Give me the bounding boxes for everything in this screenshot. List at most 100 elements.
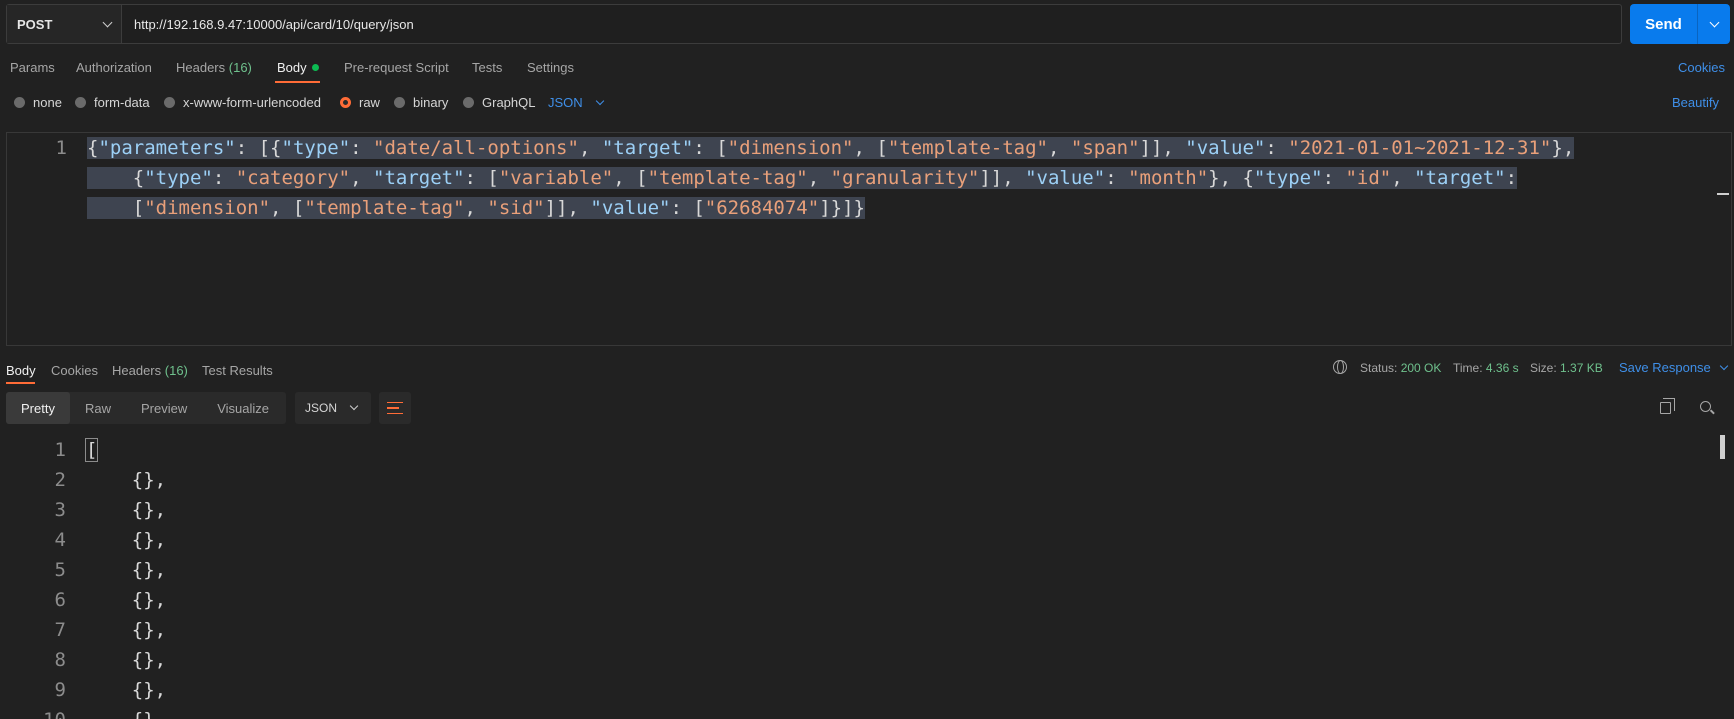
code-token: ]],	[544, 197, 591, 219]
code-line-content: {"parameters": [{"type": "date/all-optio…	[87, 137, 1575, 159]
wrap-lines-button[interactable]	[379, 392, 411, 424]
code-token: ]}]}	[819, 197, 865, 219]
request-body-editor[interactable]: 1 {"parameters": [{"type": "date/all-opt…	[6, 132, 1732, 346]
code-token: "category"	[235, 167, 351, 189]
radio-circle	[463, 97, 474, 108]
code-token: "value"	[590, 197, 671, 219]
code-token: "date/all-options"	[373, 137, 579, 159]
view-mode-visualize[interactable]: Visualize	[202, 392, 284, 424]
code-token: },	[1551, 137, 1575, 159]
body-language-select[interactable]: JSON	[548, 95, 604, 110]
time-info[interactable]: Time: 4.36 s	[1453, 361, 1519, 375]
radio-circle-selected	[340, 97, 351, 108]
code-token: : [{	[235, 137, 282, 159]
code-line: {},	[86, 499, 167, 521]
tab-tests[interactable]: Tests	[472, 60, 502, 75]
send-options-dropdown[interactable]	[1697, 4, 1730, 44]
code-token: "target"	[1414, 167, 1506, 189]
save-response-label: Save Response	[1619, 360, 1711, 375]
tab-headers[interactable]: Headers (16)	[176, 60, 252, 75]
code-token: }, {	[1208, 167, 1254, 189]
size-value: 1.37 KB	[1560, 361, 1603, 375]
code-token: :	[1265, 137, 1289, 159]
code-token: : [	[693, 137, 728, 159]
wrap-icon-line	[387, 412, 403, 415]
code-token: {	[87, 137, 99, 159]
radio-label: GraphQL	[482, 95, 536, 110]
beautify-button[interactable]: Beautify	[1672, 95, 1719, 110]
code-token: "type"	[144, 167, 213, 189]
code-token: "value"	[1185, 137, 1266, 159]
radio-graphql[interactable]: GraphQL	[463, 95, 535, 110]
radio-raw[interactable]: raw	[340, 95, 380, 110]
scrollbar-thumb[interactable]	[1720, 435, 1725, 459]
active-tab-indicator	[275, 81, 320, 83]
radio-binary[interactable]: binary	[394, 95, 448, 110]
radio-circle	[394, 97, 405, 108]
bracket-match-highlight: [	[84, 438, 99, 462]
cookies-link[interactable]: Cookies	[1678, 60, 1725, 75]
line-number: 10	[6, 705, 66, 719]
line-number: 7	[54, 619, 66, 641]
tab-body-label: Body	[277, 60, 307, 75]
radio-circle	[164, 97, 175, 108]
method-select[interactable]: POST	[7, 5, 122, 43]
tab-settings[interactable]: Settings	[527, 60, 574, 75]
request-code: {"parameters": [{"type": "date/all-optio…	[87, 133, 1667, 223]
tab-authorization[interactable]: Authorization	[76, 60, 152, 75]
response-code: [ {}, {}, {}, {}, {}, {}, {}, {}, {},	[84, 435, 167, 719]
copy-icon[interactable]	[1660, 398, 1675, 414]
status-info[interactable]: Status: 200 OK	[1360, 361, 1441, 375]
save-response-button[interactable]: Save Response	[1619, 360, 1729, 375]
radio-urlencoded[interactable]: x-www-form-urlencoded	[164, 95, 321, 110]
code-line: {},	[86, 649, 167, 671]
resp-tab-cookies[interactable]: Cookies	[51, 363, 98, 378]
chevron-down-icon	[102, 17, 113, 27]
code-token: "sid"	[487, 197, 545, 219]
view-mode-pretty[interactable]: Pretty	[6, 392, 70, 424]
view-mode-preview[interactable]: Preview	[126, 392, 202, 424]
code-token: ]],	[979, 167, 1026, 189]
code-token: "granularity"	[830, 167, 980, 189]
url-bar: POST http://192.168.9.47:10000/api/card/…	[6, 4, 1622, 44]
send-button[interactable]: Send	[1630, 4, 1697, 44]
code-token: "target"	[373, 167, 465, 189]
chevron-down-icon	[1719, 361, 1729, 370]
code-line: {},	[86, 705, 166, 719]
line-number: 5	[54, 559, 66, 581]
radio-none[interactable]: none	[14, 95, 62, 110]
code-token: ,	[807, 167, 831, 189]
globe-icon[interactable]	[1333, 360, 1347, 374]
url-input[interactable]: http://192.168.9.47:10000/api/card/10/qu…	[122, 5, 1621, 43]
code-token: , [	[853, 137, 888, 159]
code-line: {},	[86, 589, 167, 611]
code-token: : [	[464, 167, 499, 189]
code-token: "variable"	[498, 167, 614, 189]
line-number: 1	[54, 439, 66, 461]
size-info[interactable]: Size: 1.37 KB	[1530, 361, 1603, 375]
resp-tab-headers[interactable]: Headers (16)	[112, 363, 188, 378]
radio-circle	[14, 97, 25, 108]
view-mode-raw[interactable]: Raw	[70, 392, 126, 424]
code-line: {},	[86, 619, 167, 641]
line-number: 4	[54, 529, 66, 551]
resp-tab-body[interactable]: Body	[6, 363, 36, 378]
radio-form-data[interactable]: form-data	[75, 95, 150, 110]
resp-tab-test-results[interactable]: Test Results	[202, 363, 273, 378]
code-token: "month"	[1128, 167, 1209, 189]
response-format-select[interactable]: JSON	[295, 392, 371, 424]
response-body-viewer[interactable]: 1 2 3 4 5 6 7 8 9 10 [ {}, {}, {}, {}, {}, {}, {}…	[0, 435, 1734, 719]
response-format-label: JSON	[305, 401, 338, 415]
resp-headers-count: (16)	[164, 363, 188, 378]
tab-body[interactable]: Body	[277, 60, 319, 75]
search-icon[interactable]	[1700, 401, 1711, 412]
request-tabs: Params Authorization Headers (16) Body P…	[0, 55, 1734, 85]
tab-params[interactable]: Params	[10, 60, 55, 75]
code-token: "type"	[1253, 167, 1323, 189]
code-token: :	[350, 137, 374, 159]
tab-prerequest-script[interactable]: Pre-request Script	[344, 60, 449, 75]
send-button-group: Send	[1630, 4, 1730, 44]
code-token: "id"	[1345, 167, 1392, 189]
code-token: ,	[1391, 167, 1415, 189]
status-label: Status:	[1360, 361, 1398, 375]
